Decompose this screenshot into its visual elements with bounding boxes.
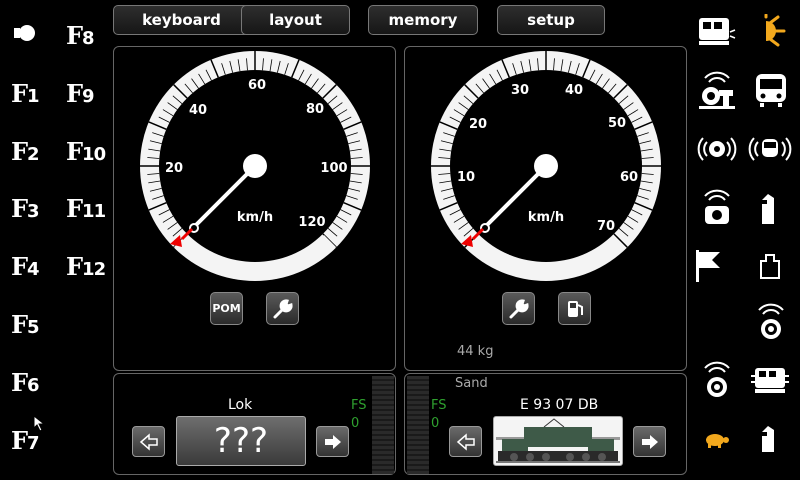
loudspeaker-icon (758, 303, 784, 339)
direction-right-button[interactable] (633, 426, 666, 457)
unknown-loco-text: ??? (213, 421, 269, 461)
left-throttle-panel: km/h 20 40 60 80 100 120 POM (113, 46, 396, 371)
turtle-slow-button[interactable] (702, 428, 732, 454)
memory-button[interactable]: memory (368, 5, 478, 35)
turntable-sound-button[interactable] (697, 70, 737, 114)
rail-button[interactable] (758, 424, 778, 458)
function-key-f6[interactable]: F6 (11, 371, 40, 395)
loudspeaker-button[interactable] (752, 302, 790, 346)
pantograph-button[interactable] (758, 192, 778, 230)
tick-label: 60 (620, 170, 638, 185)
wrench-icon (509, 298, 529, 318)
function-key-f12[interactable]: F12 (66, 255, 106, 279)
coupler-button[interactable] (749, 362, 791, 402)
right-speedometer[interactable]: km/h 10 20 30 40 50 60 70 (405, 47, 688, 287)
speed-step-bar[interactable] (372, 376, 394, 474)
speed-step-label: FS (431, 398, 447, 413)
tick-label: 120 (298, 215, 325, 230)
tick-label: 40 (565, 83, 583, 98)
tick-label: 50 (608, 116, 626, 131)
train-sound-icon (748, 137, 792, 161)
mouse-cursor-icon (33, 415, 46, 432)
electric-locomotive-icon (496, 418, 620, 463)
tick-label: 100 (320, 161, 347, 176)
arrow-left-icon (456, 432, 475, 451)
function-key-f1[interactable]: F1 (11, 82, 40, 106)
flag-icon (696, 250, 720, 282)
wrench-button[interactable] (266, 292, 299, 325)
loco-image[interactable]: ??? (176, 416, 306, 466)
tick-label: 70 (597, 219, 615, 234)
train-lights-icon (699, 18, 736, 45)
weight-icon (760, 254, 780, 279)
function-key-f11[interactable]: F11 (66, 197, 106, 221)
horn-sound-icon (704, 361, 730, 397)
speed-step-label: FS (351, 398, 367, 413)
tick-label: 10 (457, 170, 475, 185)
left-speedometer[interactable]: km/h 20 40 60 80 100 120 (114, 47, 397, 287)
speed-unit-label: km/h (237, 210, 273, 225)
train-sound-button[interactable] (748, 132, 792, 170)
setup-button[interactable]: setup (497, 5, 605, 35)
fan-sound-icon (697, 137, 737, 161)
fuel-button[interactable] (558, 292, 591, 325)
loco-image[interactable] (493, 416, 623, 466)
horn-sound-button[interactable] (697, 360, 737, 404)
wrench-button[interactable] (502, 292, 535, 325)
rail-icon (762, 426, 774, 452)
sun-light-button[interactable] (752, 13, 790, 52)
loco-name: E 93 07 DB (520, 397, 599, 413)
speed-step-value: 0 (431, 416, 440, 431)
direction-left-button[interactable] (449, 426, 482, 457)
loco-name: Lok (228, 397, 253, 413)
weight-label: 44 kg (457, 344, 494, 359)
pantograph-icon (762, 194, 774, 224)
train-lights-button[interactable] (697, 14, 737, 52)
function-key-f2[interactable]: F2 (11, 140, 40, 164)
turntable-sound-icon (699, 71, 735, 109)
tick-label: 80 (306, 102, 324, 117)
turtle-slow-icon (706, 434, 729, 448)
fuel-pump-icon (567, 300, 583, 317)
speed-unit-label: km/h (528, 210, 564, 225)
function-key-f9[interactable]: F9 (66, 82, 95, 106)
fan-sound-button[interactable] (697, 132, 737, 170)
function-key-f4[interactable]: F4 (11, 255, 40, 279)
keyboard-button[interactable]: keyboard (113, 5, 250, 35)
wrench-icon (273, 298, 293, 318)
railcar-front-icon (756, 74, 786, 107)
arrow-right-icon (641, 434, 658, 449)
headlight-icon (14, 25, 35, 41)
arrow-left-icon (139, 432, 158, 451)
sand-label: Sand (455, 376, 488, 391)
railcar-front-button[interactable] (752, 70, 790, 114)
layout-button[interactable]: layout (241, 5, 350, 35)
tick-label: 30 (511, 83, 529, 98)
speed-step-bar[interactable] (407, 376, 429, 474)
left-loco-bar: Lok ??? FS 0 (113, 373, 396, 475)
tick-label: 60 (248, 78, 266, 93)
light-function-button[interactable] (12, 22, 38, 44)
function-key-f5[interactable]: F5 (11, 313, 40, 337)
tick-label: 40 (189, 103, 207, 118)
right-loco-bar: Sand FS 0 E 93 07 DB (404, 373, 687, 475)
coupler-icon (751, 368, 789, 393)
right-throttle-panel: km/h 10 20 30 40 50 60 70 44 kg (404, 46, 687, 371)
pom-button[interactable]: POM (210, 292, 243, 325)
tick-label: 20 (165, 161, 183, 176)
direction-right-button[interactable] (316, 426, 349, 457)
arrow-right-icon (324, 434, 341, 449)
tick-label: 20 (469, 117, 487, 132)
compressor-sound-button[interactable] (697, 188, 737, 232)
direction-left-button[interactable] (132, 426, 165, 457)
weight-button[interactable] (758, 252, 782, 286)
speed-step-value: 0 (351, 416, 360, 431)
function-key-f3[interactable]: F3 (11, 197, 40, 221)
function-key-f8[interactable]: F8 (66, 24, 95, 48)
pom-label: POM (212, 302, 241, 315)
compressor-sound-icon (704, 189, 730, 224)
function-key-f10[interactable]: F10 (66, 140, 106, 164)
sun-light-icon (764, 13, 786, 47)
flag-button[interactable] (694, 248, 724, 288)
